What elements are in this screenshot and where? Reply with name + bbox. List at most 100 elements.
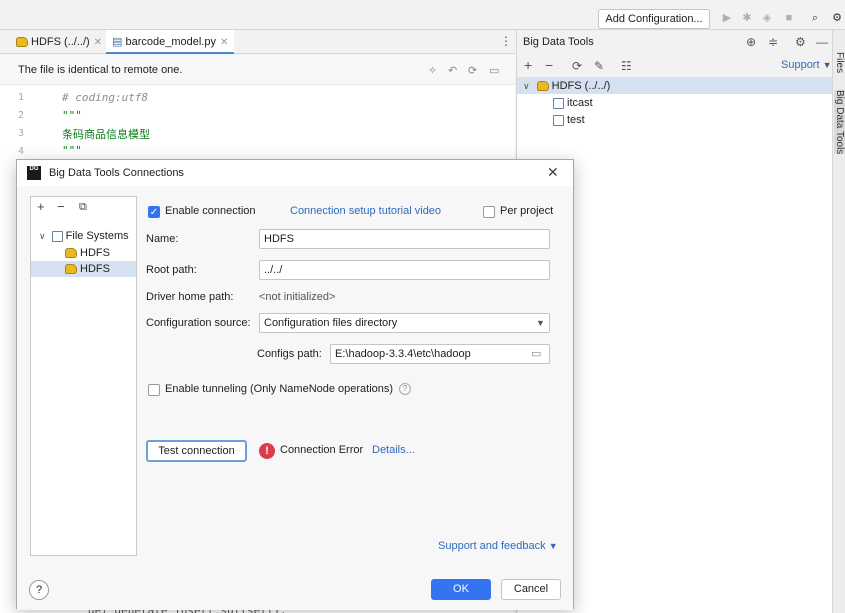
datagrip-logo-icon: DG — [27, 166, 41, 180]
enable-connection-checkbox[interactable]: ✓ — [148, 206, 160, 218]
stripe-big-data-tools-tab[interactable]: Big Data Tools — [834, 90, 845, 155]
add-icon[interactable]: + — [37, 199, 45, 214]
tree-group-file-systems[interactable]: ∨ File Systems — [39, 228, 129, 244]
gear-icon[interactable]: ⚙ — [830, 11, 844, 25]
test-connection-button[interactable]: Test connection — [146, 440, 247, 462]
tree-root-label: HDFS (../../) — [551, 80, 611, 92]
hdfs-icon — [536, 81, 549, 92]
tree-item-hdfs[interactable]: HDFS — [65, 245, 110, 261]
chevron-down-icon: ▼ — [548, 541, 558, 551]
connections-dialog: Big Data Tools Connections DG ✕ + − ⧉ ∨ … — [16, 159, 574, 610]
tree-item-test[interactable]: test — [553, 112, 585, 128]
tab-label: HDFS (../../) — [31, 36, 90, 48]
tree-item-hdfs-selected[interactable]: HDFS — [31, 261, 136, 277]
driver-home-label: Driver home path: — [146, 291, 234, 303]
support-label: Support — [781, 59, 820, 71]
hdfs-icon — [65, 248, 77, 259]
help-circle-icon[interactable]: ? — [399, 383, 411, 395]
close-icon[interactable]: ✕ — [547, 164, 559, 181]
close-icon[interactable]: ✕ — [220, 37, 228, 48]
driver-home-value: <not initialized> — [259, 291, 336, 303]
name-label: Name: — [146, 233, 179, 245]
add-icon[interactable]: + — [524, 57, 532, 73]
chevron-down-icon: ▼ — [822, 60, 832, 70]
remove-icon[interactable]: − — [57, 199, 65, 214]
support-dropdown[interactable]: Support ▼ — [781, 59, 832, 71]
dialog-title: Big Data Tools Connections — [49, 167, 184, 179]
line-number: 2 — [18, 110, 25, 121]
details-link[interactable]: Details... — [372, 444, 415, 456]
target-icon[interactable]: ⊕ — [746, 35, 756, 49]
pin-icon[interactable]: ✧ — [428, 64, 437, 77]
save-icon[interactable]: ▭ — [489, 64, 499, 77]
chevron-down-icon: ▼ — [536, 318, 545, 328]
refresh-icon[interactable]: ⟳ — [572, 59, 582, 73]
help-button[interactable]: ? — [29, 580, 49, 600]
chevron-down-icon[interactable]: ∨ — [39, 231, 46, 241]
tree-structure-icon[interactable]: ☷ — [621, 59, 632, 73]
tree-root-hdfs[interactable]: ∨ HDFS (../../) — [517, 78, 833, 94]
gear-icon[interactable]: ⚙ — [795, 35, 806, 49]
remove-icon[interactable]: − — [545, 57, 553, 73]
tab-label: barcode_model.py — [125, 36, 216, 48]
code-line: 条码商品信息模型 — [62, 128, 150, 141]
wrench-icon[interactable]: ✎ — [594, 59, 604, 73]
config-source-select[interactable]: Configuration files directory ▼ — [259, 313, 550, 333]
debug-icon[interactable]: ✱ — [740, 11, 754, 25]
add-configuration-button[interactable]: Add Configuration... — [598, 9, 710, 29]
dialog-titlebar: Big Data Tools Connections — [17, 160, 573, 186]
error-icon: ! — [259, 443, 275, 459]
tree-item-label: test — [567, 114, 585, 126]
configs-path-label: Configs path: — [257, 348, 322, 360]
folder-icon — [553, 114, 564, 126]
close-icon[interactable]: ✕ — [94, 37, 102, 48]
connections-tree-pane: + − ⧉ ∨ File Systems HDFS HDFS — [30, 196, 137, 556]
tree-item-itcast[interactable]: itcast — [553, 95, 593, 111]
tutorial-video-link[interactable]: Connection setup tutorial video — [290, 205, 441, 217]
name-input[interactable]: HDFS — [259, 229, 550, 249]
undo-icon[interactable]: ↶ — [448, 64, 457, 77]
browse-folder-icon[interactable]: ▭ — [531, 345, 541, 363]
ok-button[interactable]: OK — [431, 579, 491, 600]
folder-icon — [553, 97, 564, 109]
enable-tunneling-checkbox[interactable] — [148, 384, 160, 396]
support-feedback-label: Support and feedback — [438, 540, 546, 552]
code-line: # coding:utf8 — [62, 91, 149, 104]
run-icon[interactable]: ▶ — [720, 11, 734, 25]
per-project-label: Per project — [500, 205, 554, 217]
tree-item-label: HDFS — [80, 263, 110, 275]
editor-tab-bar: HDFS (../../) ✕ ▤ barcode_model.py ✕ ⋮ — [0, 30, 515, 54]
minimize-icon[interactable]: — — [816, 35, 828, 49]
stripe-files-tab[interactable]: Files — [834, 52, 845, 73]
stop-icon[interactable]: ■ — [782, 11, 796, 25]
hdfs-icon — [65, 264, 77, 275]
tree-group-label: File Systems — [65, 230, 129, 242]
configs-path-input[interactable]: E:\hadoop-3.3.4\etc\hadoop ▭ — [330, 344, 550, 364]
dialog-body: + − ⧉ ∨ File Systems HDFS HDFS ✓ Enable … — [17, 186, 573, 610]
tool-window-stripe: Files Big Data Tools — [832, 30, 845, 613]
collapse-icon[interactable]: ≑ — [768, 35, 778, 49]
tab-barcode-model[interactable]: ▤ barcode_model.py ✕ — [106, 30, 235, 54]
cancel-button[interactable]: Cancel — [501, 579, 561, 600]
search-icon[interactable]: ⌕ — [808, 11, 822, 25]
top-toolbar: Add Configuration... ▶ ✱ ◈ ■ ⌕ ⚙ — [0, 0, 845, 30]
config-source-label: Configuration source: — [146, 317, 251, 329]
enable-tunneling-label: Enable tunneling (Only NameNode operatio… — [165, 383, 394, 395]
remote-notice-bar: The file is identical to remote one. — [0, 55, 515, 85]
folder-icon — [51, 230, 63, 242]
refresh-icon[interactable]: ⟳ — [468, 64, 477, 77]
more-tabs-icon[interactable]: ⋮ — [500, 34, 512, 48]
support-feedback-dropdown[interactable]: Support and feedback ▼ — [438, 540, 558, 552]
coverage-icon[interactable]: ◈ — [760, 11, 774, 25]
root-path-input[interactable]: ../../ — [259, 260, 550, 280]
copy-icon[interactable]: ⧉ — [79, 201, 87, 214]
line-number: 3 — [18, 128, 25, 139]
panel-toolbar: + − ⟳ ✎ ☷ Support ▼ — [517, 54, 833, 78]
per-project-checkbox[interactable] — [483, 206, 495, 218]
chevron-down-icon[interactable]: ∨ — [523, 81, 530, 91]
tab-hdfs[interactable]: HDFS (../../) ✕ — [10, 30, 108, 54]
notice-text: The file is identical to remote one. — [18, 64, 183, 76]
code-line: """ — [62, 144, 82, 157]
tree-item-label: itcast — [567, 97, 593, 109]
config-source-value: Configuration files directory — [264, 317, 398, 329]
